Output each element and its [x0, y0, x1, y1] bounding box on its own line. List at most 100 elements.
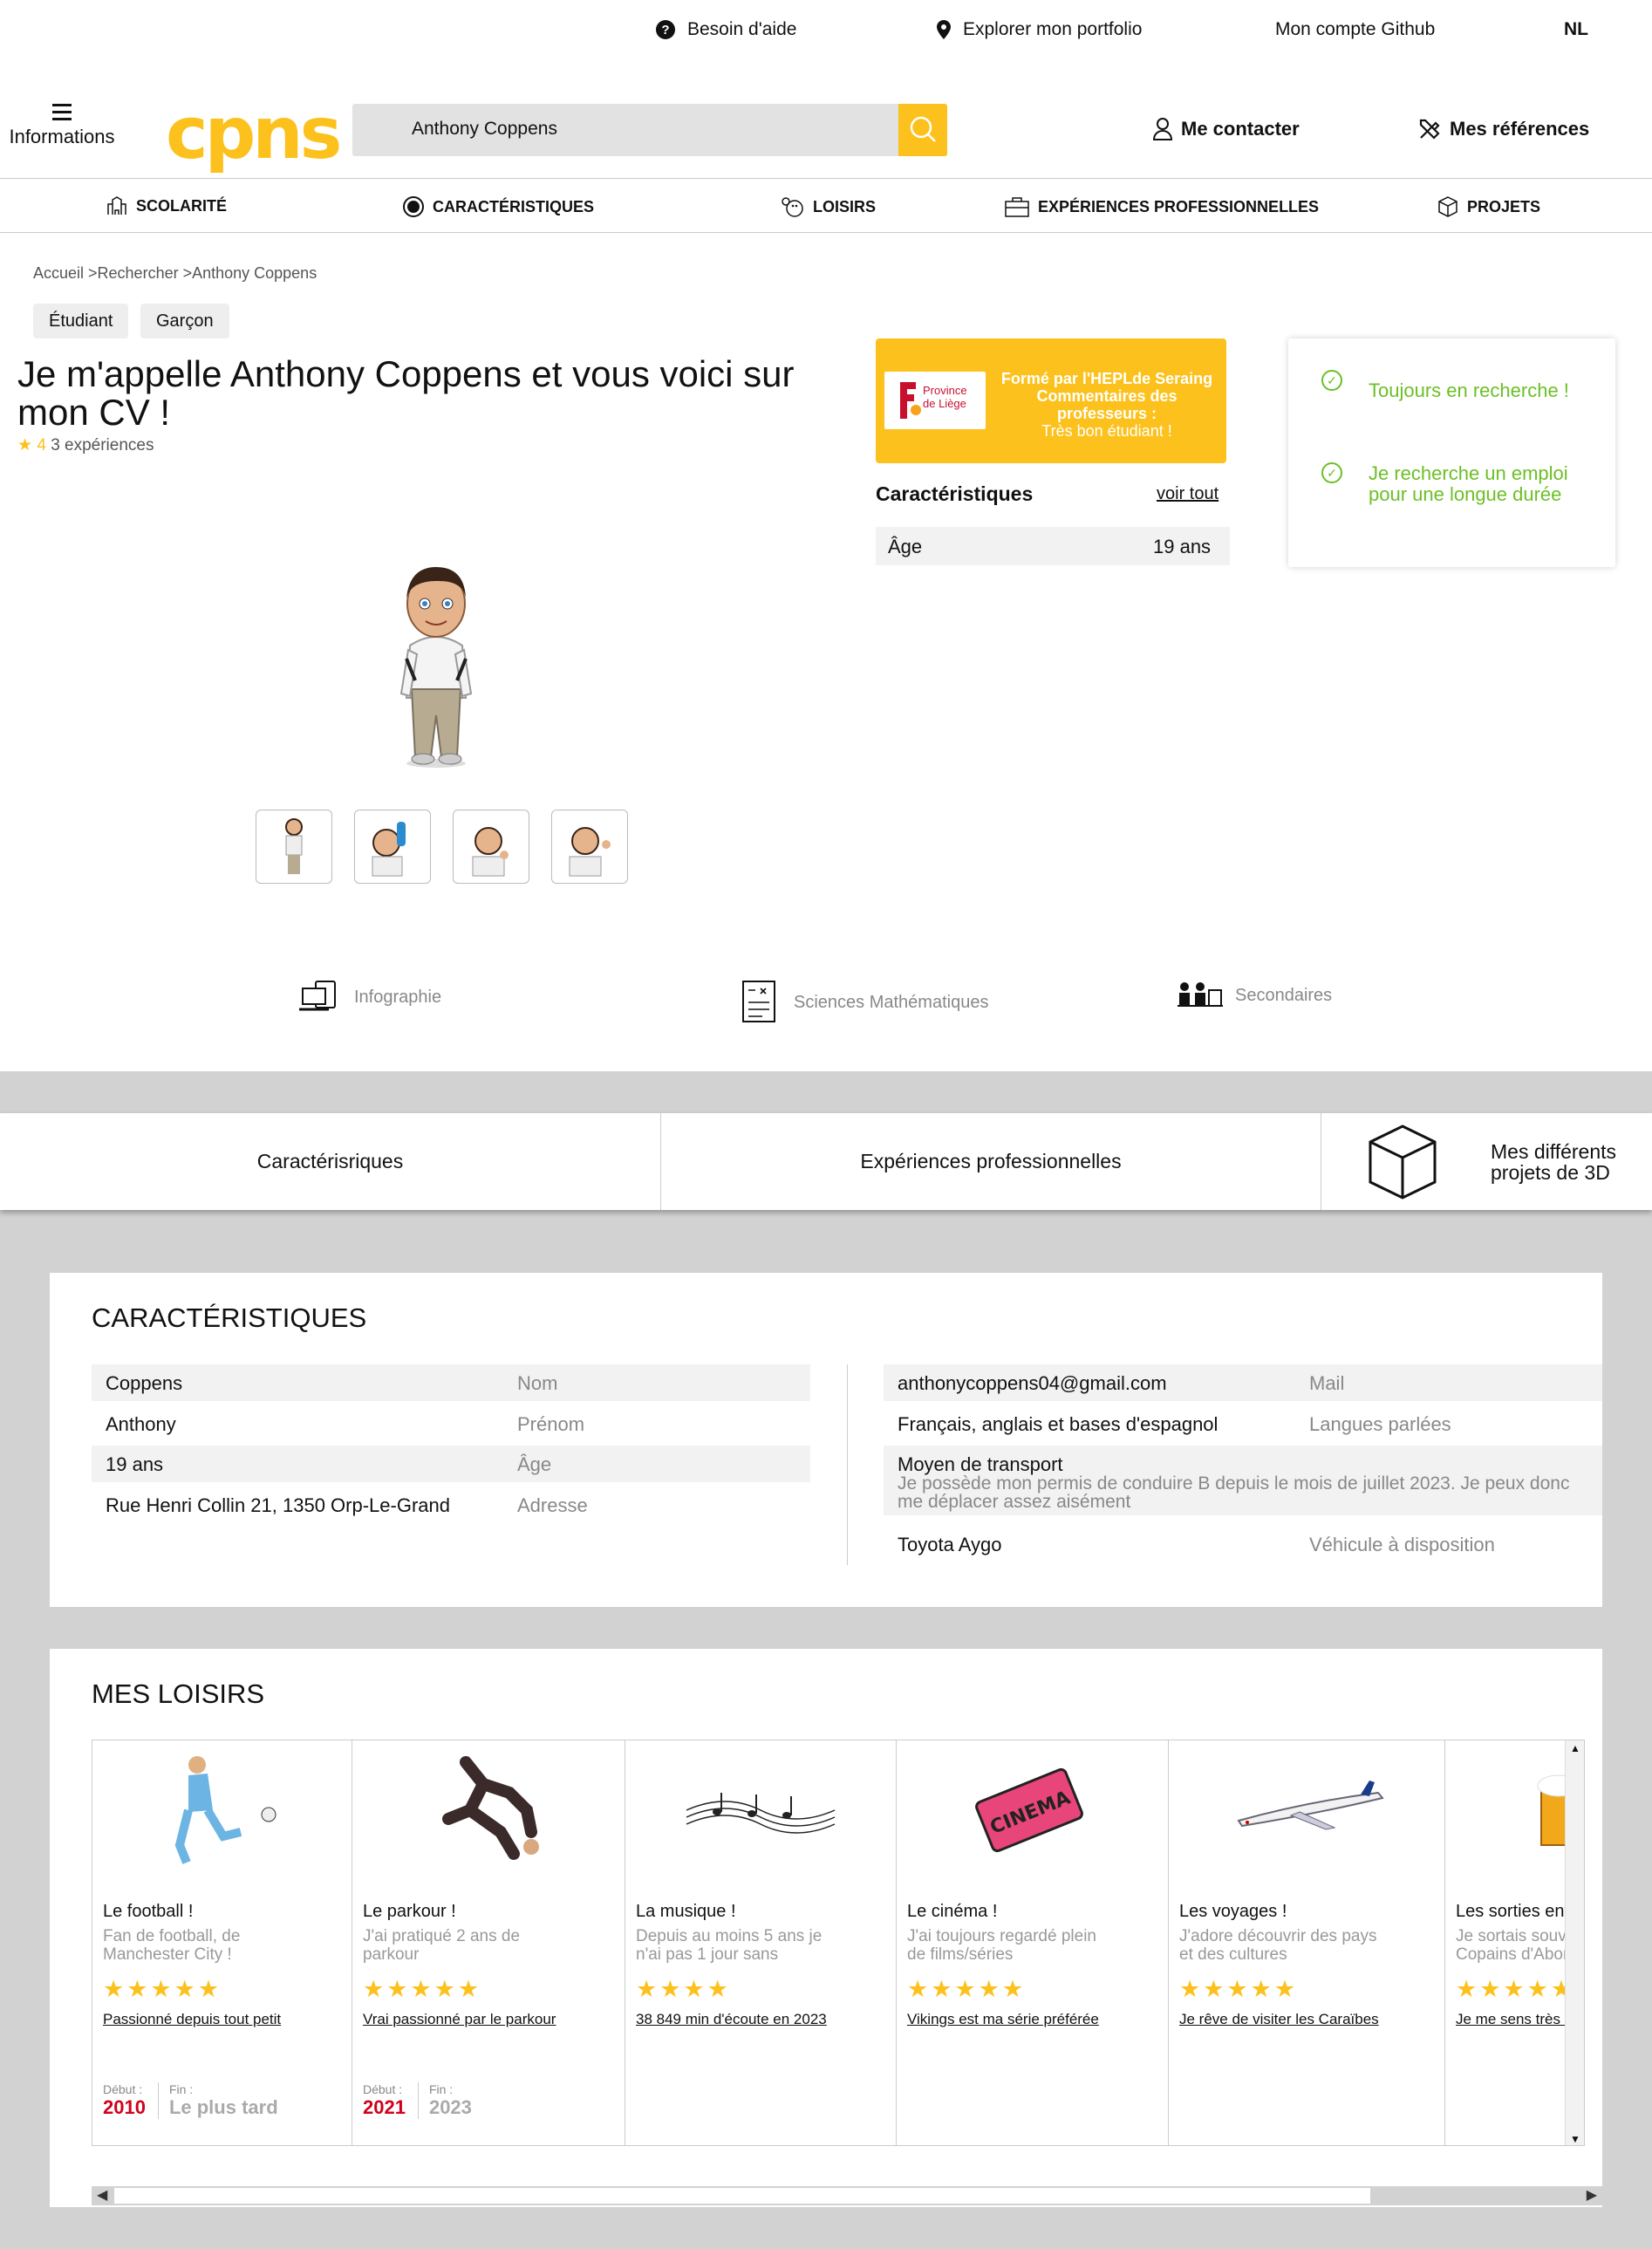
loisir-link[interactable]: Vrai passionné par le parkour [363, 2011, 556, 2028]
category-maths[interactable]: Sciences Mathématiques [736, 980, 988, 1025]
star-rating: ★★★★★ [363, 1976, 482, 2002]
category-infographie[interactable]: Infographie [298, 980, 441, 1015]
help-link[interactable]: ? Besoin d'aide [656, 19, 796, 40]
page-title: Je m'appelle Anthony Coppens et vous voi… [17, 353, 795, 433]
loisir-link[interactable]: Je rêve de visiter les Caraïbes [1179, 2011, 1379, 2028]
search-button[interactable] [898, 104, 947, 156]
rating: ★ 4 3 expériences [17, 435, 154, 455]
loisir-card-musique[interactable]: La musique ! Depuis au moins 5 ans je n'… [625, 1740, 897, 2145]
goal-item: Toujours en recherche ! [1369, 379, 1569, 401]
avatar-thumbnail-3[interactable] [453, 810, 529, 884]
portfolio-label: Explorer mon portfolio [963, 19, 1143, 39]
tab-experiences[interactable]: Expériences professionnelles [661, 1113, 1321, 1210]
contact-link[interactable]: Me contacter [1153, 118, 1300, 140]
map-pin-icon [937, 20, 951, 39]
scroll-down-icon[interactable]: ▼ [1570, 2133, 1580, 2145]
laptop-icon [299, 981, 336, 1011]
help-label: Besoin d'aide [687, 19, 797, 39]
hamburger-icon [52, 104, 72, 120]
scroll-up-icon[interactable]: ▲ [1570, 1742, 1580, 1754]
check-icon: ✓ [1321, 462, 1342, 483]
portfolio-link[interactable]: Explorer mon portfolio [937, 19, 1142, 40]
avatar-image [399, 567, 473, 768]
nav-loisirs[interactable]: LOISIRS [782, 196, 876, 217]
see-all-link[interactable]: voir tout [1157, 484, 1219, 504]
star-rating: ★★★★ [636, 1976, 731, 2002]
target-icon [403, 196, 424, 217]
nav-label: SCOLARITÉ [136, 196, 228, 215]
tab-projets-3d[interactable]: Mes différents projets de 3D [1321, 1113, 1652, 1210]
menu-button[interactable]: Informations [5, 104, 119, 148]
avatar-thumbnail-1[interactable] [256, 810, 332, 884]
site-logo[interactable]: cpns [166, 99, 342, 170]
github-link[interactable]: Mon compte Github [1275, 19, 1435, 40]
breadcrumb[interactable]: Accueil >Rechercher >Anthony Coppens [33, 264, 317, 283]
age-label: Âge [888, 536, 923, 557]
contact-label: Me contacter [1181, 118, 1300, 140]
nav-projets[interactable]: PROJETS [1437, 196, 1540, 217]
section-title: MES LOISIRS [92, 1678, 265, 1709]
scroll-left-icon[interactable]: ◀ [97, 2186, 107, 2204]
horizontal-scrollbar[interactable]: ◀ ▶ [92, 2186, 1602, 2205]
loisirs-carousel[interactable]: Le football ! Fan de football, de Manche… [92, 1740, 1585, 2146]
loisir-link[interactable]: Vikings est ma série préférée [907, 2011, 1099, 2028]
school-icon [107, 196, 126, 215]
info-row: anthonycoppens04@gmail.com Mail [884, 1364, 1602, 1401]
search-bar[interactable]: Anthony Coppens [352, 104, 947, 156]
loisir-card-cinema[interactable]: CINEMA Le cinéma ! J'ai toujours regardé… [897, 1740, 1169, 2145]
dates: Début :2010 Fin : Le plus tard [103, 2082, 278, 2119]
loisir-link[interactable]: 38 849 min d'écoute en 2023 [636, 2011, 827, 2028]
main-header: Informations cpns Anthony Coppens Me con… [0, 83, 1652, 179]
nav-scolarite[interactable]: SCOLARITÉ [106, 196, 227, 215]
info-row-transport: Moyen de transport Je possède mon permis… [884, 1446, 1602, 1515]
references-link[interactable]: Mes références [1418, 118, 1589, 140]
loisir-link[interactable]: Passionné depuis tout petit [103, 2011, 281, 2028]
scroll-right-icon[interactable]: ▶ [1587, 2186, 1597, 2204]
cinema-ticket-image: CINEMA [975, 1767, 1083, 1853]
experience-count: 3 expériences [51, 436, 154, 455]
category-secondaires[interactable]: Secondaires [1178, 980, 1332, 1011]
promo-text: Formé par l'HEPLde Seraing Commentaires … [1000, 370, 1213, 440]
math-book-icon [742, 981, 775, 1022]
star-rating: ★★★★★ [1179, 1976, 1299, 2002]
info-row: Français, anglais et bases d'espagnol La… [898, 1413, 1451, 1435]
menu-label: Informations [9, 126, 115, 147]
github-label: Mon compte Github [1275, 19, 1436, 39]
tab-label: Mes différents projets de 3D [1491, 1139, 1617, 1184]
info-row: Anthony Prénom [106, 1413, 585, 1435]
bowling-icon [782, 197, 803, 217]
search-icon [910, 116, 936, 142]
avatar-thumbnail-2[interactable] [354, 810, 431, 884]
school-promo-box[interactable]: Province de Liège Formé par l'HEPLde Ser… [876, 338, 1226, 463]
section-nav: SCOLARITÉ CARACTÉRISTIQUES LOISIRS EXPÉR… [0, 178, 1652, 233]
nav-experiences[interactable]: EXPÉRIENCES PROFESSIONNELLES [1005, 196, 1319, 217]
search-input[interactable]: Anthony Coppens [412, 119, 557, 140]
help-icon: ? [656, 20, 675, 39]
caracteristiques-card: CARACTÉRISTIQUES Coppens Nom Anthony Pré… [50, 1273, 1602, 1607]
loisirs-card: MES LOISIRS Le football ! Fan de footbal… [50, 1649, 1602, 2207]
vertical-scrollbar[interactable]: ▲ ▼ [1565, 1740, 1584, 2145]
info-row: Coppens Nom [92, 1364, 810, 1401]
scrollbar-track[interactable] [114, 2188, 1370, 2204]
dates: Début :2021 Fin :2023 [363, 2082, 472, 2119]
age-value: 19 ans [1153, 536, 1212, 557]
user-icon [1153, 118, 1172, 140]
nav-label: PROJETS [1467, 197, 1541, 215]
goals-box: ✓ Toujours en recherche ! ✓ Je recherche… [1288, 338, 1615, 567]
loisir-card-voyages[interactable]: Les voyages ! J'adore découvrir des pays… [1169, 1740, 1445, 2145]
tab-caracteristiques[interactable]: Caractérisriques [0, 1113, 661, 1210]
music-notes-image [686, 1793, 836, 1834]
avatar-thumbnail-4[interactable] [551, 810, 628, 884]
tools-icon [1419, 119, 1440, 140]
loisir-card-parkour[interactable]: Le parkour ! J'ai pratiqué 2 ans de park… [352, 1740, 625, 2145]
football-player-image [174, 1756, 276, 1864]
loisir-card-sorties[interactable]: Les sorties entr Je sortais souv Copains… [1445, 1740, 1584, 2145]
cube-icon [1369, 1124, 1437, 1200]
classroom-icon [1178, 982, 1223, 1007]
language-switch[interactable]: NL [1564, 19, 1588, 40]
loisir-link[interactable]: Je me sens très l [1456, 2011, 1568, 2028]
nav-caracteristiques[interactable]: CARACTÉRISTIQUES [403, 196, 594, 217]
star-icon: ★ [17, 436, 33, 455]
loisir-card-football[interactable]: Le football ! Fan de football, de Manche… [92, 1740, 352, 2145]
info-row: 19 ans Âge [92, 1446, 810, 1482]
